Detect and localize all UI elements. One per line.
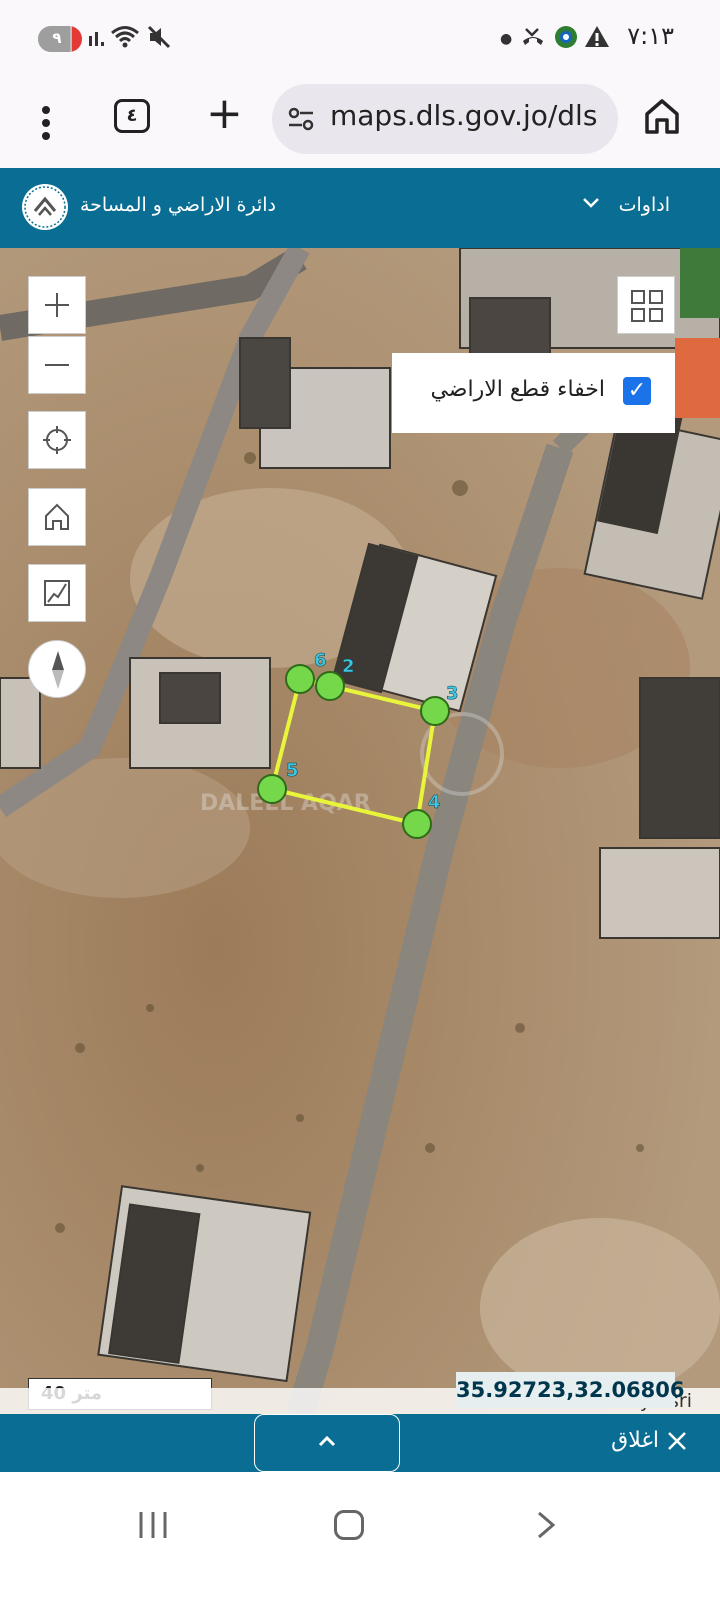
home-icon[interactable]: [334, 1510, 364, 1540]
close-icon: [668, 1432, 686, 1450]
warning-icon: [584, 24, 610, 59]
layers-icon[interactable]: [617, 276, 675, 334]
vpn-icon: [553, 24, 579, 59]
vertex-label: 5: [286, 760, 299, 781]
close-label: اغلاق: [611, 1428, 659, 1453]
tabs-button[interactable]: ٤: [114, 99, 150, 133]
back-icon[interactable]: [533, 1510, 559, 1540]
dls-logo: [22, 184, 68, 230]
parcel-vertex: [420, 696, 450, 726]
status-bar: ٩ ● ٧:١٣: [0, 0, 720, 78]
vertex-label: 4: [428, 792, 441, 813]
measure-icon[interactable]: [28, 564, 86, 622]
missed-call-icon: [520, 24, 546, 59]
notification-badge: ٩: [38, 26, 82, 52]
vertex-label: 2: [342, 656, 355, 677]
hide-parcels-label: اخفاء قطع الاراضي: [430, 377, 605, 402]
parcel-vertex: [315, 671, 345, 701]
browser-toolbar: ٤ + maps.dls.gov.jo/dls: [0, 78, 720, 168]
coordinates-readout: 35.92723,32.06806: [456, 1372, 685, 1408]
locate-icon[interactable]: [28, 411, 86, 469]
expand-panel-button[interactable]: [254, 1414, 400, 1472]
signal-icon: [88, 24, 110, 59]
map-view[interactable]: DALEEL AQAR 6 2 3 4 5 اخفاء قطع الاراضي …: [0, 248, 720, 1414]
recent-apps-icon[interactable]: [136, 1510, 170, 1540]
page-title: دائرة الاراضي و المساحة: [80, 194, 277, 216]
close-button[interactable]: اغلاق: [611, 1428, 688, 1453]
site-settings-icon[interactable]: [286, 104, 316, 134]
menu-icon[interactable]: [28, 98, 64, 148]
chevron-up-icon: [255, 1429, 399, 1453]
home-icon[interactable]: [28, 488, 86, 546]
clock: ٧:١٣: [627, 22, 674, 50]
compass-icon[interactable]: [28, 640, 86, 698]
vertex-label: 3: [446, 683, 459, 704]
parcel-vertex: [257, 774, 287, 804]
zoom-out-icon[interactable]: [28, 336, 86, 394]
notification-count: ٩: [52, 29, 62, 47]
url-bar[interactable]: maps.dls.gov.jo/dls: [272, 84, 618, 154]
parcel-vertex: [402, 809, 432, 839]
vertex-label: 6: [314, 650, 327, 671]
hide-parcels-toggle[interactable]: اخفاء قطع الاراضي ✓: [392, 353, 675, 433]
zoom-in-icon[interactable]: [28, 276, 86, 334]
url-text: maps.dls.gov.jo/dls: [330, 99, 598, 132]
home-icon[interactable]: [643, 96, 681, 136]
parcel-vertex: [285, 664, 315, 694]
new-tab-icon[interactable]: +: [206, 92, 243, 140]
mute-icon: [146, 24, 172, 59]
dot-icon: ●: [500, 31, 513, 47]
app-header: دائرة الاراضي و المساحة اداوات: [0, 168, 720, 248]
tools-menu[interactable]: اداوات: [619, 194, 670, 216]
system-nav-bar: [0, 1472, 720, 1600]
wifi-icon: [110, 24, 140, 59]
chevron-down-icon[interactable]: [582, 194, 600, 215]
hide-parcels-checkbox[interactable]: ✓: [623, 377, 651, 405]
tabs-count: ٤: [126, 105, 138, 126]
bottom-panel-bar: اغلاق: [0, 1414, 720, 1472]
